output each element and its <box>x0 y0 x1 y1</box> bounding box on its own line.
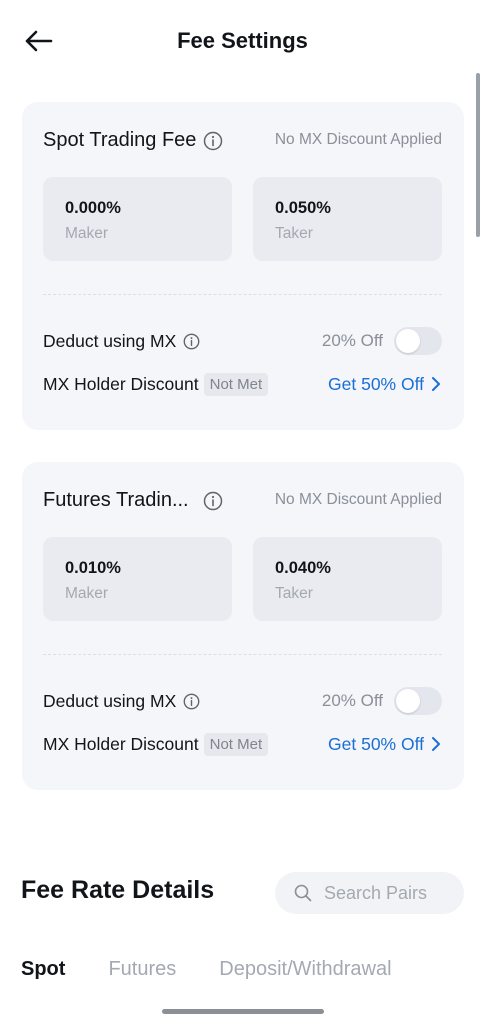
spot-deduct-label: Deduct using MX <box>43 330 177 351</box>
futures-holder-label: MX Holder Discount <box>43 733 199 754</box>
spot-maker-box: 0.000% Maker <box>43 177 232 261</box>
home-indicator <box>162 1009 324 1014</box>
futures-title-text: Futures Tradin... <box>43 489 189 511</box>
chevron-right-icon <box>430 376 442 392</box>
page-title: Fee Settings <box>177 28 308 53</box>
futures-taker-label: Taker <box>275 585 313 602</box>
spot-deduct-row: Deduct using MX 20% Off <box>43 327 442 355</box>
futures-holder-row: MX Holder Discount Not Met Get 50% Off <box>43 730 442 758</box>
futures-taker-value: 0.040% <box>275 559 331 577</box>
search-input[interactable] <box>324 882 464 904</box>
futures-deduct-off: 20% Off <box>321 691 383 710</box>
info-icon[interactable] <box>183 333 200 350</box>
tab-spot[interactable]: Spot <box>21 958 65 981</box>
futures-promo-link[interactable]: Get 50% Off <box>328 734 442 755</box>
futures-promo-text: Get 50% Off <box>328 733 424 754</box>
fee-tabs: Spot Futures Deposit/Withdrawal <box>21 955 435 983</box>
tab-deposit-withdrawal[interactable]: Deposit/Withdrawal <box>219 958 391 981</box>
futures-maker-box: 0.010% Maker <box>43 537 232 621</box>
search-box[interactable] <box>275 872 464 914</box>
info-icon[interactable] <box>203 491 223 511</box>
futures-discount-status: No MX Discount Applied <box>274 491 442 508</box>
scrollbar[interactable] <box>476 73 480 237</box>
toggle-knob <box>396 329 420 353</box>
spot-fee-card: Spot Trading Fee No MX Discount Applied … <box>22 102 464 430</box>
spot-discount-status: No MX Discount Applied <box>274 131 442 148</box>
chevron-right-icon <box>430 736 442 752</box>
spot-card-title: Spot Trading Fee <box>43 129 223 152</box>
spot-deduct-toggle[interactable] <box>394 327 442 355</box>
futures-deduct-label: Deduct using MX <box>43 690 177 711</box>
futures-deduct-row: Deduct using MX 20% Off <box>43 687 442 715</box>
futures-taker-box: 0.040% Taker <box>253 537 442 621</box>
info-icon[interactable] <box>183 693 200 710</box>
spot-title-text: Spot Trading Fee <box>43 129 197 151</box>
spot-taker-box: 0.050% Taker <box>253 177 442 261</box>
tab-futures[interactable]: Futures <box>108 958 176 981</box>
toggle-knob <box>396 689 420 713</box>
futures-holder-badge: Not Met <box>203 732 269 756</box>
app-header: Fee Settings <box>0 0 485 82</box>
spot-taker-value: 0.050% <box>275 199 331 217</box>
spot-holder-label: MX Holder Discount <box>43 373 199 394</box>
search-icon <box>294 884 312 902</box>
spot-deduct-off: 20% Off <box>321 331 383 350</box>
spot-promo-link[interactable]: Get 50% Off <box>328 374 442 395</box>
futures-maker-value: 0.010% <box>65 559 121 577</box>
futures-maker-label: Maker <box>65 585 109 602</box>
divider <box>43 654 442 655</box>
spot-holder-badge: Not Met <box>203 372 269 396</box>
spot-maker-label: Maker <box>65 225 109 242</box>
divider <box>43 294 442 295</box>
spot-holder-row: MX Holder Discount Not Met Get 50% Off <box>43 370 442 398</box>
spot-promo-text: Get 50% Off <box>328 373 424 394</box>
futures-fee-card: Futures Tradin... No MX Discount Applied… <box>22 462 464 790</box>
spot-maker-value: 0.000% <box>65 199 121 217</box>
fee-rate-details-title: Fee Rate Details <box>21 876 215 904</box>
spot-taker-label: Taker <box>275 225 313 242</box>
info-icon[interactable] <box>203 131 223 151</box>
futures-card-title: Futures Tradin... <box>43 489 223 512</box>
futures-deduct-toggle[interactable] <box>394 687 442 715</box>
